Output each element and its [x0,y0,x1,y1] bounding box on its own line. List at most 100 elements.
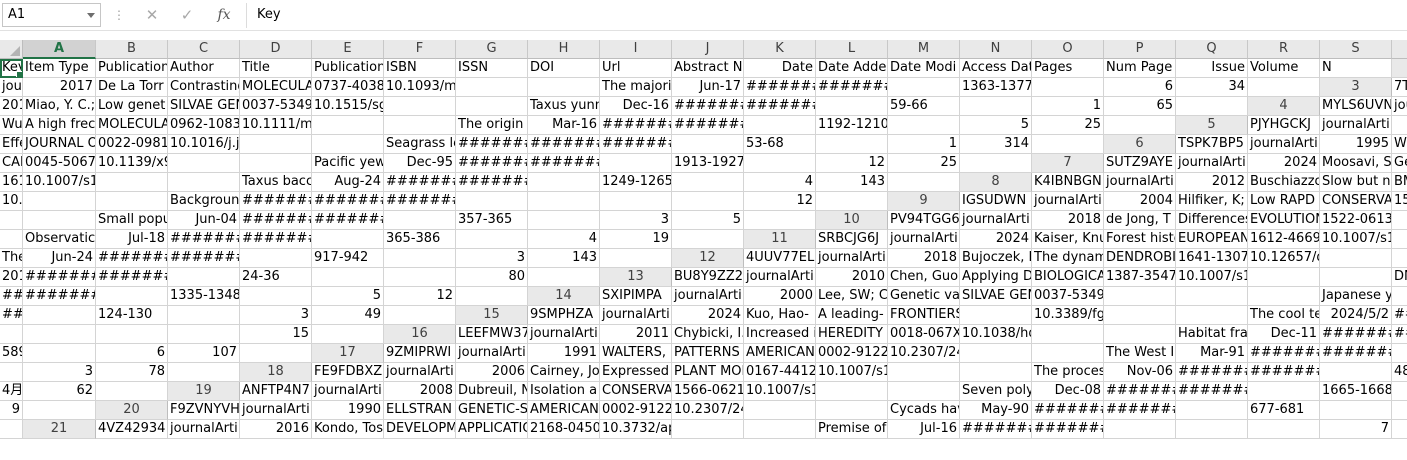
cell-a10[interactable]: PV94TGG6 [888,211,960,230]
fill-handle[interactable] [16,71,22,77]
cell-o18[interactable] [1320,363,1392,382]
cell-n3[interactable] [1176,97,1248,116]
cell-a7[interactable]: SUTZ9AYE [1104,154,1176,173]
cell-i19[interactable] [816,382,888,401]
cell-l12[interactable]: 2018 [0,268,23,287]
cell-p16[interactable]: 589-600 [0,344,23,363]
cell-b15[interactable]: journalArti [600,306,672,325]
cell-f9[interactable]: CONSERVATION GEN [1320,192,1392,211]
cell-m10[interactable]: ####### [168,230,240,249]
cell-j12[interactable] [1392,249,1407,268]
cell-h3[interactable]: 10.1515/sg-2016-000 [312,97,384,116]
cell-r5[interactable]: 1 [888,135,960,154]
column-header-o[interactable]: O [1032,40,1104,59]
cell-n5[interactable]: ####### [600,135,672,154]
cell-o12[interactable] [168,268,240,287]
cell-i21[interactable] [672,420,744,439]
cell-e11[interactable]: Forest histo [1104,230,1176,249]
cell-q3[interactable] [960,97,1032,116]
cell-d21[interactable]: Kondo, Tos [312,420,384,439]
cell-g5[interactable]: 0022-0981 [96,135,168,154]
cell-l17[interactable]: Mar-91 [1176,344,1248,363]
cell-n7[interactable] [888,173,960,192]
cell-c12[interactable]: 2018 [888,249,960,268]
cell-r10[interactable]: 4 [528,230,600,249]
cell-s7[interactable]: 143 [816,173,888,192]
cell-c14[interactable]: 2000 [744,287,816,306]
cell-f14[interactable]: SILVAE GENETICA [960,287,1032,306]
cell-d9[interactable]: Hilfiker, K; ( [1176,192,1248,211]
cell-r18[interactable]: 4月5日 [0,382,23,401]
cell-s3[interactable]: 65 [1104,97,1176,116]
cell-c18[interactable]: 2006 [456,363,528,382]
cell-i1[interactable]: DOI [528,59,600,78]
cell-p1[interactable]: Pages [1032,59,1104,78]
more-options-icon[interactable]: ⋮ [113,6,125,24]
cell-n19[interactable] [23,401,96,420]
column-header-j[interactable]: J [672,40,744,59]
cell-n2[interactable] [1248,78,1320,97]
cell-m9[interactable]: ####### [240,211,312,230]
cell-a8[interactable]: K4IBNBGN [1032,173,1104,192]
cell-o13[interactable] [96,287,168,306]
cell-h1[interactable]: ISSN [456,59,528,78]
column-header-i[interactable]: I [600,40,672,59]
cell-l15[interactable]: 2024/5/2 [1320,306,1392,325]
cell-c11[interactable]: 2024 [960,230,1032,249]
cell-n8[interactable] [816,192,888,211]
cell-a11[interactable]: SRBCJG6J [816,230,888,249]
cell-f13[interactable]: BIOLOGICAL INVASIO [1032,268,1104,287]
cell-h2[interactable]: 10.1093/molbev/msx [384,78,456,97]
cell-s19[interactable]: 9 [0,401,23,420]
cell-a1[interactable]: Key [0,59,23,78]
cell-s21[interactable]: 4 [1392,420,1407,439]
cell-m15[interactable]: ####### [1392,306,1407,325]
column-header-r[interactable]: R [1248,40,1320,59]
cell-n20[interactable]: ####### [1104,401,1176,420]
cell-s13[interactable]: 12 [384,287,456,306]
column-header-b[interactable]: B [96,40,168,59]
row-header[interactable]: 11 [744,230,816,249]
cell-n21[interactable]: ####### [1032,420,1104,439]
cell-p8[interactable] [528,192,600,211]
cell-s9[interactable]: 5 [672,211,744,230]
cell-e21[interactable]: DEVELOPM [384,420,456,439]
cell-q16[interactable] [23,344,96,363]
cell-b11[interactable]: journalArti [888,230,960,249]
cell-r15[interactable] [168,325,240,344]
cell-o3[interactable] [816,97,888,116]
column-header-l[interactable]: L [816,40,888,59]
cell-i2[interactable] [456,78,528,97]
cell-j15[interactable] [1176,306,1248,325]
cell-q4[interactable] [888,116,960,135]
cell-a6[interactable]: TSPK7BP5 [1176,135,1248,154]
cell-b19[interactable]: journalArti [312,382,384,401]
cell-h18[interactable]: 10.1007/s11103-006- [816,363,888,382]
cell-n15[interactable] [312,325,384,344]
cell-o21[interactable] [1104,420,1176,439]
cell-m3[interactable]: ####### [672,97,744,116]
cell-i13[interactable] [1248,268,1320,287]
cell-l2[interactable]: Jun-17 [672,78,744,97]
cell-k15[interactable]: The cool te [1248,306,1320,325]
cell-n2[interactable]: ####### [816,78,888,97]
cell-f21[interactable]: APPLICATIONS IN PL [456,420,528,439]
cell-k13[interactable]: DNA C-val [1392,268,1407,287]
row-header[interactable]: 12 [672,249,744,268]
cell-f4[interactable]: MOLECULAR ECOLOG [96,116,168,135]
cell-b2[interactable]: journalArti [0,78,23,97]
cell-k8[interactable]: Backgroun [168,192,240,211]
cell-k5[interactable]: Seagrass le [384,135,456,154]
cell-a14[interactable]: SXIPIMPA [600,287,672,306]
row-header[interactable]: 13 [600,268,672,287]
insert-function-icon[interactable]: fx [213,4,235,26]
cell-g7[interactable]: 1612-4669 [0,173,23,192]
cell-a5[interactable]: PJYHGCKJ [1248,116,1320,135]
column-header-k[interactable]: K [744,40,816,59]
cell-o1[interactable]: Access Dat [960,59,1032,78]
cell-l9[interactable]: Jun-04 [168,211,240,230]
cell-r20[interactable]: 5 [1392,401,1407,420]
cell-r7[interactable]: 4 [744,173,816,192]
cell-k1[interactable]: Abstract N [672,59,744,78]
cell-i11[interactable] [1392,230,1407,249]
